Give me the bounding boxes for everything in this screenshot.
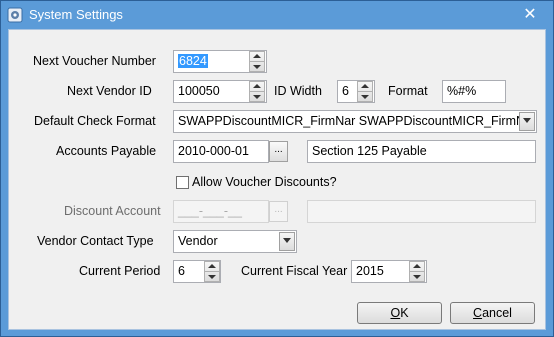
window-title: System Settings	[29, 7, 123, 22]
next-vendor-id-label: Next Vendor ID	[67, 84, 152, 98]
cancel-label-rest: ancel	[482, 306, 512, 320]
allow-voucher-discounts-checkbox[interactable]	[176, 176, 189, 189]
vendor-contact-type-label: Vendor Contact Type	[37, 234, 154, 248]
ok-mnemonic: O	[390, 306, 401, 320]
spin-up-icon	[253, 84, 261, 88]
current-fiscal-year-stepper[interactable]	[409, 261, 425, 282]
current-fiscal-year-label: Current Fiscal Year	[241, 264, 348, 278]
next-vendor-id-value: 100050	[178, 84, 220, 98]
title-bar[interactable]: System Settings ✕	[1, 1, 553, 29]
default-check-format-dropdown[interactable]	[519, 112, 535, 131]
format-value: %#%	[447, 84, 477, 98]
format-label: Format	[388, 84, 428, 98]
close-button[interactable]: ✕	[511, 4, 549, 26]
accounts-payable-description: Section 125 Payable	[307, 140, 536, 163]
default-check-format-select[interactable]: SWAPPDiscountMICR_FirmNar SWAPPDiscountM…	[173, 110, 537, 133]
close-icon: ✕	[523, 6, 537, 23]
chevron-down-icon	[523, 118, 531, 123]
discount-account-value: ___-___-__	[178, 204, 242, 218]
vendor-contact-type-value: Vendor	[178, 234, 218, 248]
discount-account-field: ___-___-__	[173, 200, 269, 223]
discount-account-lookup-button: ...	[269, 201, 288, 222]
current-period-label: Current Period	[79, 264, 161, 278]
spin-down-icon	[361, 95, 369, 99]
accounts-payable-desc-value: Section 125 Payable	[312, 144, 427, 158]
spin-down-icon	[413, 275, 421, 279]
id-width-label: ID Width	[274, 84, 322, 98]
ok-button[interactable]: OK	[357, 302, 442, 324]
allow-voucher-discounts-label: Allow Voucher Discounts?	[192, 175, 337, 189]
settings-window: System Settings ✕ Next Voucher Number 68…	[0, 0, 554, 337]
accounts-payable-lookup-button[interactable]: ...	[269, 141, 288, 162]
current-period-stepper[interactable]	[204, 261, 220, 282]
accounts-payable-field[interactable]: 2010-000-01	[173, 140, 269, 163]
cancel-button[interactable]: Cancel	[450, 302, 535, 324]
spin-up-icon	[208, 264, 216, 268]
cancel-mnemonic: C	[473, 306, 483, 320]
spin-down-icon	[208, 275, 216, 279]
settings-form: Next Voucher Number 6824 Next Vendor ID …	[8, 29, 546, 330]
format-field[interactable]: %#%	[442, 80, 506, 103]
spin-up-icon	[413, 264, 421, 268]
current-fiscal-year-value: 2015	[356, 264, 384, 278]
accounts-payable-label: Accounts Payable	[56, 144, 157, 158]
spin-down-icon	[253, 95, 261, 99]
gear-icon	[7, 7, 23, 23]
discount-account-description	[307, 200, 536, 223]
next-vendor-id-stepper[interactable]	[249, 81, 265, 102]
chevron-down-icon	[283, 238, 291, 243]
discount-account-label: Discount Account	[64, 204, 161, 218]
id-width-value: 6	[342, 84, 349, 98]
spin-up-icon	[253, 54, 261, 58]
vendor-contact-type-dropdown[interactable]	[279, 232, 295, 251]
id-width-stepper[interactable]	[357, 81, 373, 102]
spin-up-icon	[361, 84, 369, 88]
ok-label-rest: K	[400, 306, 409, 320]
next-voucher-number-label: Next Voucher Number	[33, 54, 156, 68]
next-voucher-number-value: 6824	[178, 54, 208, 68]
accounts-payable-value: 2010-000-01	[178, 144, 249, 158]
current-period-value: 6	[178, 264, 185, 278]
spin-down-icon	[253, 65, 261, 69]
default-check-format-value: SWAPPDiscountMICR_FirmNar SWAPPDiscountM…	[178, 114, 532, 128]
default-check-format-label: Default Check Format	[34, 114, 156, 128]
next-voucher-number-stepper[interactable]	[249, 51, 265, 72]
